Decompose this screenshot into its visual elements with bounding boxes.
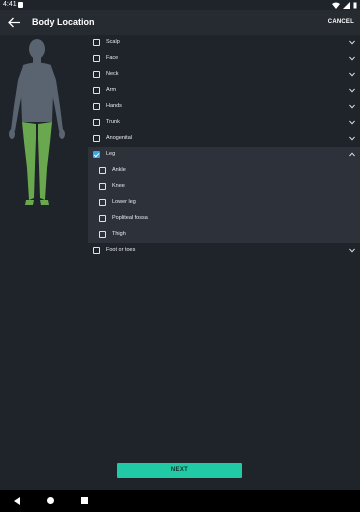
body-silhouette [9, 39, 65, 139]
checkbox-checked[interactable] [93, 151, 100, 158]
sublocation-item-thigh[interactable]: Thigh [88, 227, 360, 243]
location-item-leg[interactable]: Leg [88, 147, 360, 163]
sublocation-label: Thigh [112, 231, 126, 237]
chevron-down-icon[interactable] [349, 56, 355, 61]
status-icons [332, 1, 357, 9]
chevron-down-icon[interactable] [349, 104, 355, 109]
nav-back-icon[interactable] [13, 497, 21, 505]
chevron-down-icon[interactable] [349, 72, 355, 77]
wifi-icon [332, 2, 340, 9]
cancel-button[interactable]: CANCEL [328, 19, 354, 25]
sublocation-item-popliteal-fossa[interactable]: Popliteal fossa [88, 211, 360, 227]
chevron-down-icon[interactable] [349, 40, 355, 45]
sublocation-item-ankle[interactable]: Ankle [88, 163, 360, 179]
checkbox[interactable] [93, 71, 100, 78]
nav-recents-icon[interactable] [81, 497, 88, 504]
location-label: Leg [106, 151, 116, 157]
sublocation-item-lower-leg[interactable]: Lower leg [88, 195, 360, 211]
location-item-arm[interactable]: Arm [88, 83, 360, 99]
sublocation-label: Ankle [112, 167, 126, 173]
checkbox[interactable] [99, 231, 106, 238]
checkbox[interactable] [99, 167, 106, 174]
signal-icon [343, 1, 350, 9]
body-figure [9, 39, 65, 205]
page-title: Body Location [32, 17, 95, 27]
sublocation-label: Knee [112, 183, 125, 189]
location-label: Foot or toes [106, 247, 136, 253]
sublocation-label: Popliteal fossa [112, 215, 148, 221]
chevron-down-icon[interactable] [349, 248, 355, 253]
location-label: Neck [106, 71, 119, 77]
sim-icon [18, 2, 23, 8]
checkbox[interactable] [99, 183, 106, 190]
location-list: Scalp Face Neck Arm Hands Trunk Anogenit… [88, 35, 360, 259]
location-item-foot-or-toes[interactable]: Foot or toes [88, 243, 360, 259]
checkbox[interactable] [93, 55, 100, 62]
location-label: Scalp [106, 39, 120, 45]
checkbox[interactable] [99, 199, 106, 206]
location-label: Hands [106, 103, 122, 109]
location-item-scalp[interactable]: Scalp [88, 35, 360, 51]
arrow-left-icon[interactable] [7, 16, 21, 29]
nav-home-icon[interactable] [47, 497, 54, 504]
leg-expanded-group: Leg Ankle Knee Lower leg Popliteal fossa… [88, 147, 360, 243]
checkbox[interactable] [93, 87, 100, 94]
checkbox[interactable] [93, 39, 100, 46]
location-item-anogenital[interactable]: Anogenital [88, 131, 360, 147]
chevron-up-icon[interactable] [349, 152, 355, 157]
status-bar: 4:41 [0, 0, 360, 10]
location-label: Anogenital [106, 135, 132, 141]
checkbox[interactable] [93, 247, 100, 254]
sublocation-item-knee[interactable]: Knee [88, 179, 360, 195]
location-item-hands[interactable]: Hands [88, 99, 360, 115]
chevron-down-icon[interactable] [349, 120, 355, 125]
checkbox[interactable] [93, 119, 100, 126]
leg-highlight [22, 122, 52, 205]
battery-icon [353, 2, 357, 8]
app-bar: Body Location CANCEL [0, 10, 360, 35]
location-item-neck[interactable]: Neck [88, 67, 360, 83]
next-button[interactable]: NEXT [117, 463, 242, 478]
checkbox[interactable] [99, 215, 106, 222]
sublocation-label: Lower leg [112, 199, 136, 205]
location-label: Arm [106, 87, 117, 93]
system-nav-bar [0, 490, 360, 512]
checkbox[interactable] [93, 135, 100, 142]
location-item-trunk[interactable]: Trunk [88, 115, 360, 131]
location-item-face[interactable]: Face [88, 51, 360, 67]
location-label: Face [106, 55, 119, 61]
chevron-down-icon[interactable] [349, 88, 355, 93]
location-label: Trunk [106, 119, 120, 125]
status-time: 4:41 [3, 1, 17, 8]
chevron-down-icon[interactable] [349, 136, 355, 141]
checkbox[interactable] [93, 103, 100, 110]
